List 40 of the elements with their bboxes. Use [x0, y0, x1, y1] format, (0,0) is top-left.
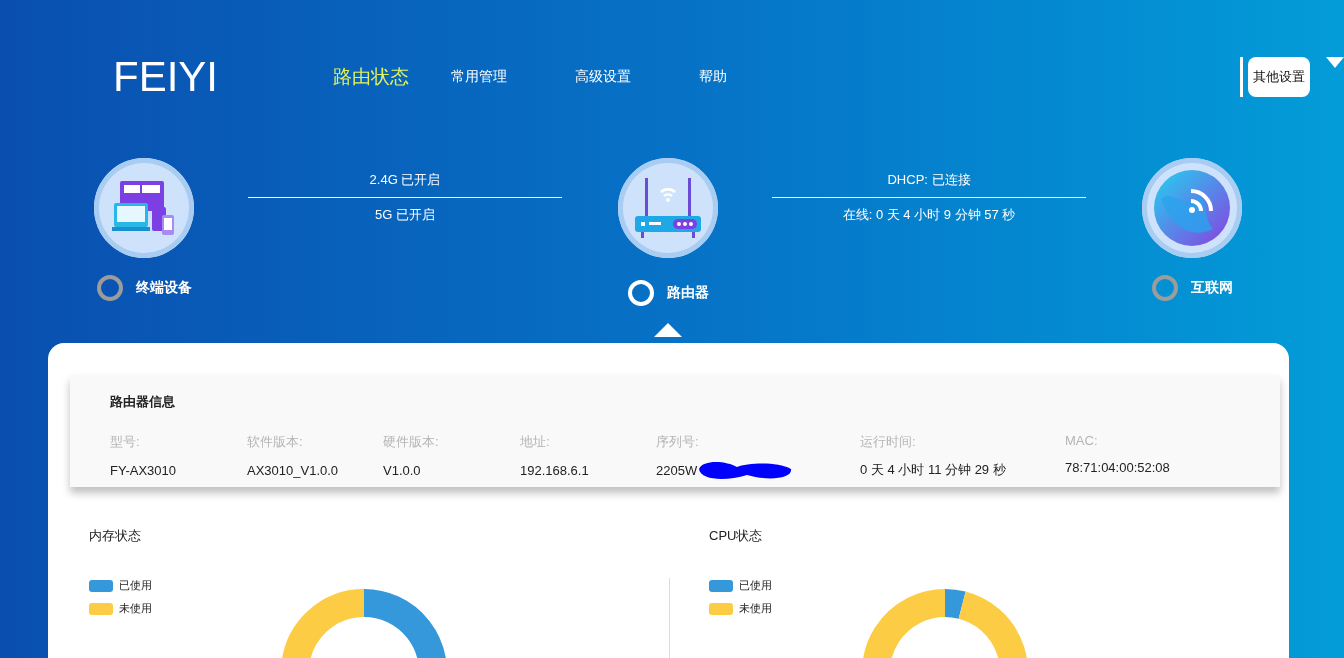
field-label: 型号:	[110, 433, 141, 451]
link-status-text: DHCP: 已连接	[887, 171, 971, 189]
field-value: 2205W	[656, 462, 698, 478]
field-label: MAC:	[1065, 433, 1099, 448]
node-label: 路由器	[666, 284, 709, 302]
link-status-text: 5G 已开启	[375, 206, 435, 224]
router-icon	[633, 176, 703, 240]
section-title: 路由器信息	[110, 393, 176, 411]
chart-title: 内存状态	[89, 527, 142, 545]
field-label: 序列号:	[656, 433, 700, 451]
chart-title: CPU状态	[709, 527, 764, 545]
legend-label: 已使用	[119, 578, 152, 593]
field-label: 地址:	[520, 433, 551, 451]
nav-link[interactable]: 高级设置	[575, 68, 631, 86]
node-label: 终端设备	[135, 279, 192, 297]
other-settings-button[interactable]: 其他设置	[1248, 57, 1310, 97]
field-value: AX3010_V1.0.0	[247, 462, 339, 478]
field-label: 运行时间:	[860, 433, 917, 451]
link-status-text: 2.4G 已开启	[369, 171, 441, 189]
brand-logo: FEIYI	[113, 55, 220, 99]
field-value: 78:71:04:00:52:08	[1065, 459, 1170, 475]
caret-icon[interactable]	[1326, 57, 1344, 68]
legend-label: 未使用	[119, 601, 152, 616]
field-label: 硬件版本:	[383, 433, 440, 451]
field-value: V1.0.0	[383, 462, 421, 478]
legend-label: 未使用	[739, 601, 772, 616]
nav-link[interactable]: 路由状态	[333, 64, 409, 90]
field-label: 软件版本:	[247, 433, 304, 451]
devices-icon	[112, 179, 176, 237]
globe-icon	[1153, 169, 1231, 247]
nav-link[interactable]: 常用管理	[451, 68, 507, 86]
pointer-triangle-icon	[654, 323, 682, 337]
legend-label: 已使用	[739, 578, 772, 593]
nav-link[interactable]: 帮助	[699, 68, 727, 86]
field-value: FY-AX3010	[110, 462, 176, 478]
field-value: 192.168.6.1	[520, 462, 589, 478]
link-status-text: 在线: 0 天 4 小时 9 分钟 57 秒	[842, 206, 1016, 224]
node-label: 互联网	[1190, 279, 1233, 297]
field-value: 0 天 4 小时 11 分钟 29 秒	[860, 461, 1006, 479]
status-ring-icon[interactable]	[96, 275, 123, 301]
